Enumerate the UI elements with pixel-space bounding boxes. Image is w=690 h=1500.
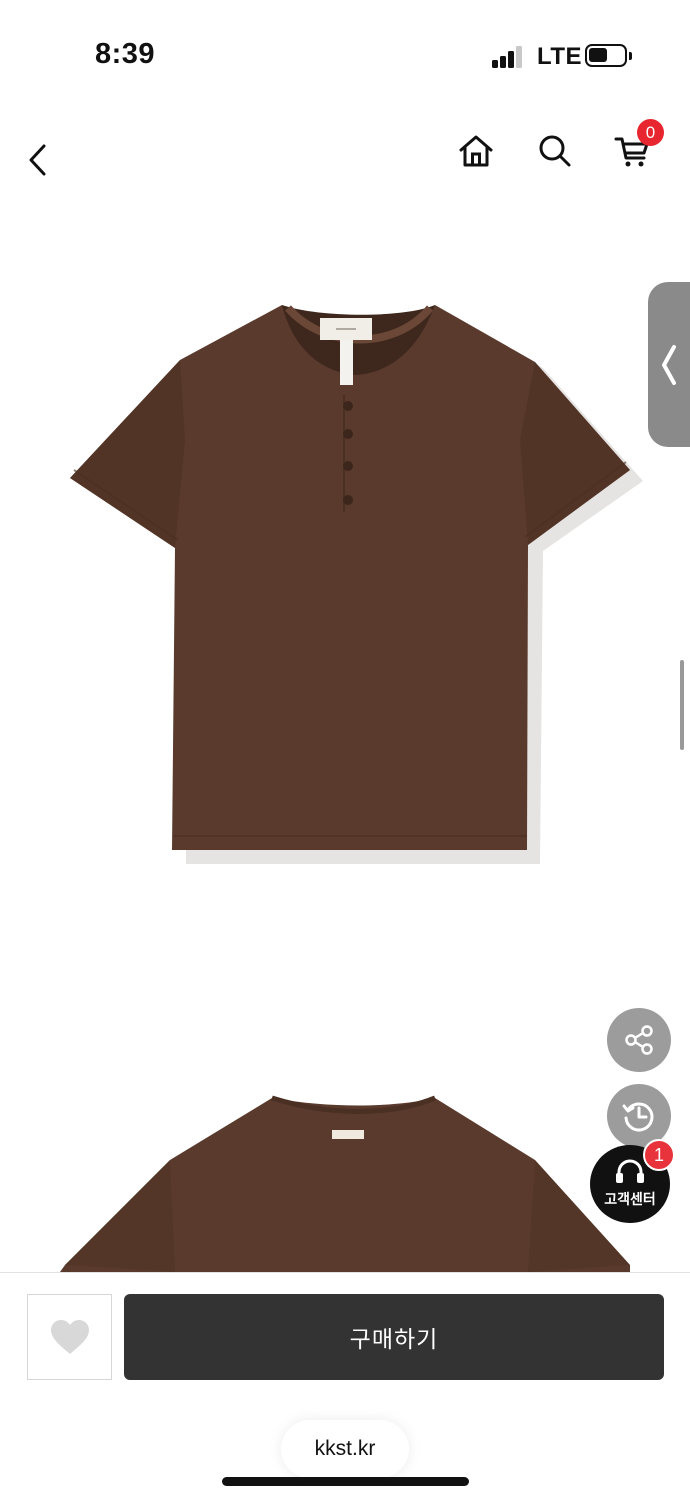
back-button[interactable] bbox=[18, 140, 58, 180]
product-image-front[interactable] bbox=[0, 250, 690, 930]
cart-count-badge: 0 bbox=[637, 119, 664, 146]
product-image-back[interactable] bbox=[0, 1050, 690, 1272]
buy-button[interactable]: 구매하기 bbox=[124, 1294, 664, 1380]
status-time: 8:39 bbox=[95, 38, 156, 70]
wishlist-button[interactable] bbox=[27, 1294, 112, 1380]
battery-icon bbox=[585, 44, 632, 67]
signal-icon bbox=[492, 46, 524, 68]
headset-icon bbox=[616, 1159, 644, 1183]
search-icon bbox=[539, 135, 571, 167]
home-indicator bbox=[222, 1477, 469, 1486]
heart-icon bbox=[50, 1320, 89, 1354]
chevron-left-icon bbox=[662, 344, 676, 385]
chevron-left-icon bbox=[29, 144, 46, 176]
search-button[interactable] bbox=[534, 130, 576, 172]
side-panel-tab[interactable] bbox=[648, 282, 690, 447]
history-icon bbox=[622, 1102, 654, 1132]
network-type: LTE bbox=[537, 43, 583, 70]
scroll-indicator bbox=[680, 660, 684, 750]
browser-url-pill[interactable]: kkst.kr bbox=[281, 1420, 409, 1478]
share-icon bbox=[625, 1025, 653, 1055]
customer-center-badge: 1 bbox=[643, 1139, 675, 1171]
home-icon bbox=[459, 135, 493, 167]
customer-center-label: 고객센터 bbox=[604, 1191, 656, 1207]
status-bar: 8:39 LTE bbox=[0, 0, 690, 110]
share-button[interactable] bbox=[607, 1008, 671, 1072]
home-button[interactable] bbox=[455, 130, 497, 172]
